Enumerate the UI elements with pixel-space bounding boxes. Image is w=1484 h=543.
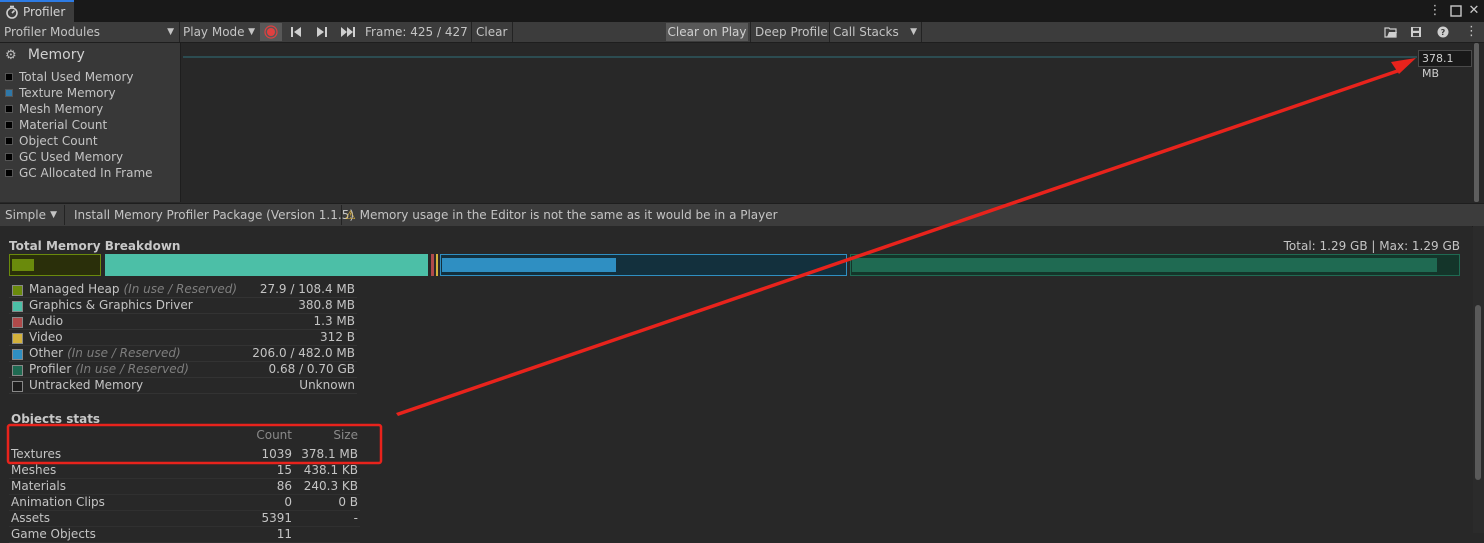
annotation-overlay [6, 58, 1416, 465]
textures-highlight-box [6, 423, 383, 465]
annotation-arrow [396, 69, 1400, 416]
